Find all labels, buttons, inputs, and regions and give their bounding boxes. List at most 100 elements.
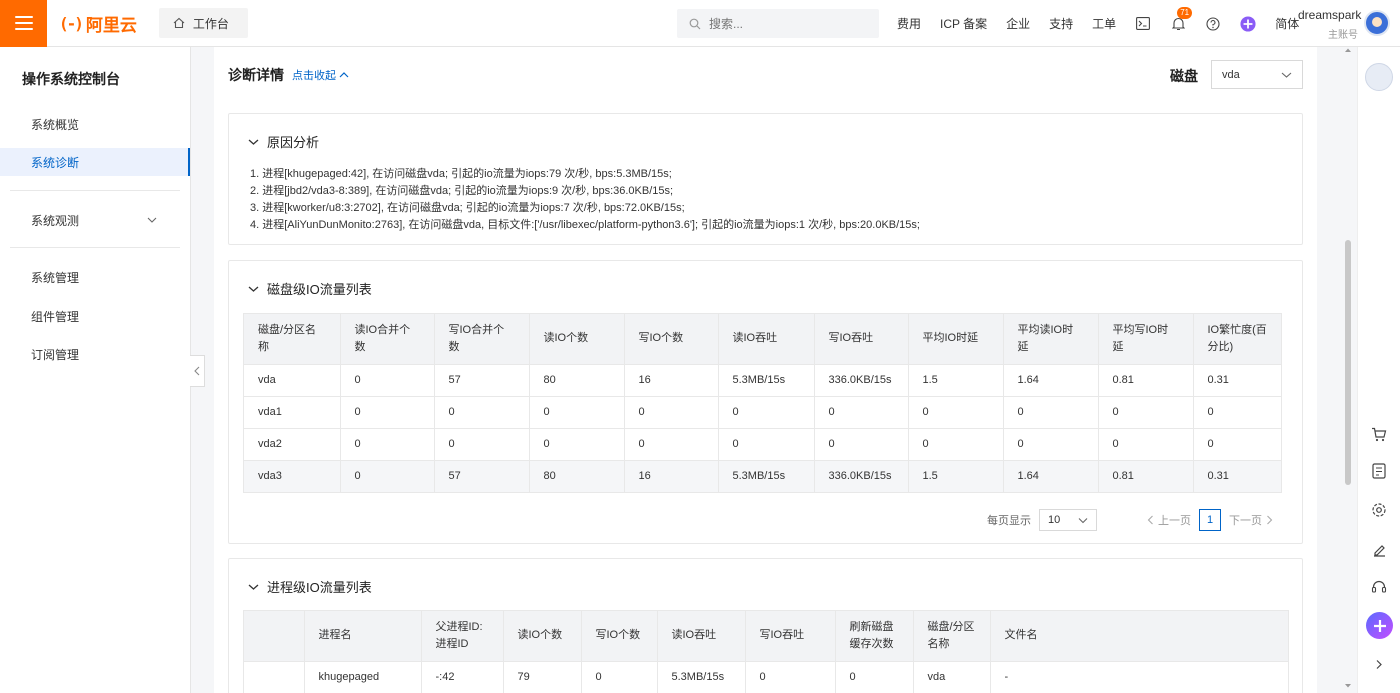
terminal-icon[interactable]: [1135, 16, 1151, 32]
table-cell: vda: [244, 363, 340, 396]
search-input[interactable]: [709, 16, 859, 31]
calculator-icon[interactable]: [1368, 460, 1390, 482]
sidebar-item-subscription[interactable]: 订阅管理: [0, 340, 190, 368]
sidebar-item-components[interactable]: 组件管理: [0, 302, 190, 330]
disk-label: 磁盘: [1170, 68, 1198, 84]
sidebar-item-manage[interactable]: 系统管理: [0, 263, 190, 291]
table-cell: 0: [907, 427, 1003, 460]
table-row: vda 0 57 80 16 5.3MB/15s 336.0KB/15s 1.5…: [244, 363, 1281, 396]
main-content: 诊断详情 点击收起 磁盘 vda 原因分析 1. 进程[khugepaged:4…: [214, 47, 1317, 693]
table-cell: 5.3MB/15s: [717, 363, 814, 396]
table-row[interactable]: khugepaged -:42 79 0 5.3MB/15s 0 0 vda -: [244, 660, 1288, 693]
assistant-robot-icon[interactable]: [1365, 63, 1393, 91]
avatar[interactable]: [1364, 10, 1390, 36]
scroll-up-icon[interactable]: [1344, 47, 1352, 53]
disk-select-value: vda: [1222, 68, 1240, 81]
collapse-link[interactable]: 点击收起: [292, 67, 349, 83]
process-io-title: 进程级IO流量列表: [267, 580, 372, 595]
table-cell: 0: [1002, 427, 1098, 460]
workbench-button[interactable]: 工作台: [158, 8, 248, 38]
nav-icp[interactable]: ICP 备案: [940, 15, 987, 32]
table-cell: 0.31: [1192, 363, 1281, 396]
table-row: vda2 0 0 0 0 0 0 0 0 0 0: [244, 427, 1281, 460]
notification-badge: 71: [1177, 6, 1193, 19]
table-row: vda3 0 57 80 16 5.3MB/15s 336.0KB/15s 1.…: [244, 459, 1281, 492]
gear-icon[interactable]: [1368, 499, 1390, 521]
aliyun-logo[interactable]: (-) 阿里云: [59, 11, 137, 36]
table-cell: 0: [744, 660, 835, 693]
user-info[interactable]: dreamspark 主账号: [1298, 8, 1361, 41]
sidebar-item-overview[interactable]: 系统概览: [0, 110, 190, 138]
table-cell: 0: [1192, 427, 1281, 460]
reason-toggle[interactable]: 原因分析: [248, 132, 319, 151]
table-cell: 0: [1097, 427, 1193, 460]
table-cell: 336.0KB/15s: [813, 459, 908, 492]
per-page-select[interactable]: 10: [1039, 509, 1097, 531]
sidebar-collapse-handle[interactable]: [190, 355, 205, 387]
workbench-label: 工作台: [192, 16, 229, 31]
table-header-row: 进程名 父进程ID:进程ID 读IO个数 写IO个数 读IO吞吐 写IO吞吐 刷…: [244, 611, 1288, 661]
reason-line: 1. 进程[khugepaged:42], 在访问磁盘vda; 引起的io流量为…: [250, 168, 672, 180]
menu-icon[interactable]: [0, 0, 47, 47]
chevron-right-icon[interactable]: [1368, 653, 1390, 675]
table-cell: 57: [433, 459, 529, 492]
nav-ticket[interactable]: 工单: [1092, 15, 1116, 32]
process-io-toggle[interactable]: 进程级IO流量列表: [248, 577, 372, 596]
pagination: 每页显示 10 上一页 1 下一页: [987, 509, 1273, 531]
table-cell: 0: [1097, 395, 1193, 428]
search-box[interactable]: [677, 9, 879, 38]
collapse-link-label: 点击收起: [292, 70, 336, 82]
reason-line: 4. 进程[AliYunDunMonito:2763], 在访问磁盘vda, 目…: [250, 219, 920, 231]
next-page-button[interactable]: 下一页: [1229, 512, 1273, 528]
headset-icon[interactable]: [1368, 576, 1390, 598]
nav-enterprise[interactable]: 企业: [1006, 15, 1030, 32]
help-icon[interactable]: [1205, 16, 1221, 32]
reason-list: 1. 进程[khugepaged:42], 在访问磁盘vda; 引起的io流量为…: [250, 166, 920, 234]
disk-io-toggle[interactable]: 磁盘级IO流量列表: [248, 279, 372, 298]
column-header: 写IO个数: [580, 611, 657, 661]
sidebar-item-diagnosis[interactable]: 系统诊断: [0, 148, 190, 176]
chevron-down-icon: [147, 217, 157, 223]
sidebar: 操作系统控制台 系统概览 系统诊断 系统观测 系统管理 组件管理 订阅管理: [0, 47, 191, 693]
disk-select[interactable]: vda: [1211, 60, 1303, 89]
table-cell: 5.3MB/15s: [717, 459, 814, 492]
cart-icon[interactable]: [1368, 423, 1390, 445]
table-cell: 16: [623, 363, 718, 396]
prev-page-button[interactable]: 上一页: [1147, 512, 1191, 528]
table-cell: 0: [339, 363, 434, 396]
table-cell: 0.81: [1097, 459, 1193, 492]
column-header: 读IO吞吐: [656, 611, 745, 661]
column-header: IO繁忙度(百分比): [1192, 314, 1281, 364]
table-cell: 0: [339, 459, 434, 492]
page-scrollbar[interactable]: [1343, 47, 1353, 693]
edit-icon[interactable]: [1368, 538, 1390, 560]
prev-page-label: 上一页: [1158, 515, 1191, 527]
per-page-value: 10: [1048, 514, 1061, 526]
sidebar-item-observe[interactable]: 系统观测: [0, 206, 190, 234]
bell-icon[interactable]: 71: [1170, 6, 1193, 32]
table-cell: 5.3MB/15s: [656, 660, 745, 693]
table-cell: 0: [1002, 395, 1098, 428]
table-cell: 0: [433, 395, 529, 428]
scroll-down-icon[interactable]: [1344, 683, 1352, 689]
table-cell: 336.0KB/15s: [813, 363, 908, 396]
top-nav: 费用 ICP 备案 企业 支持 工单 71 简体: [897, 0, 1299, 47]
ai-assistant-icon[interactable]: [1240, 15, 1256, 32]
page-number-current[interactable]: 1: [1199, 509, 1221, 531]
table-cell: -:42: [420, 660, 503, 693]
scrollbar-thumb[interactable]: [1345, 240, 1351, 485]
table-cell: 0: [834, 660, 913, 693]
reason-line: 2. 进程[jbd2/vda3-8:389], 在访问磁盘vda; 引起的io流…: [250, 185, 674, 197]
table-cell: 1.5: [907, 459, 1003, 492]
chevron-up-icon: [339, 72, 349, 78]
sidebar-divider: [10, 247, 180, 248]
nav-billing[interactable]: 费用: [897, 15, 921, 32]
table-cell: 0: [528, 395, 624, 428]
column-header: 磁盘/分区名称: [244, 314, 340, 364]
chevron-left-icon: [194, 366, 200, 376]
nav-support[interactable]: 支持: [1049, 15, 1073, 32]
disk-io-card: 磁盘级IO流量列表 磁盘/分区名称 读IO合并个数 写IO合并个数 读IO个数 …: [228, 260, 1303, 544]
language-switch[interactable]: 简体: [1275, 15, 1299, 32]
add-icon[interactable]: [1366, 612, 1393, 639]
column-header-expand: [244, 611, 304, 661]
